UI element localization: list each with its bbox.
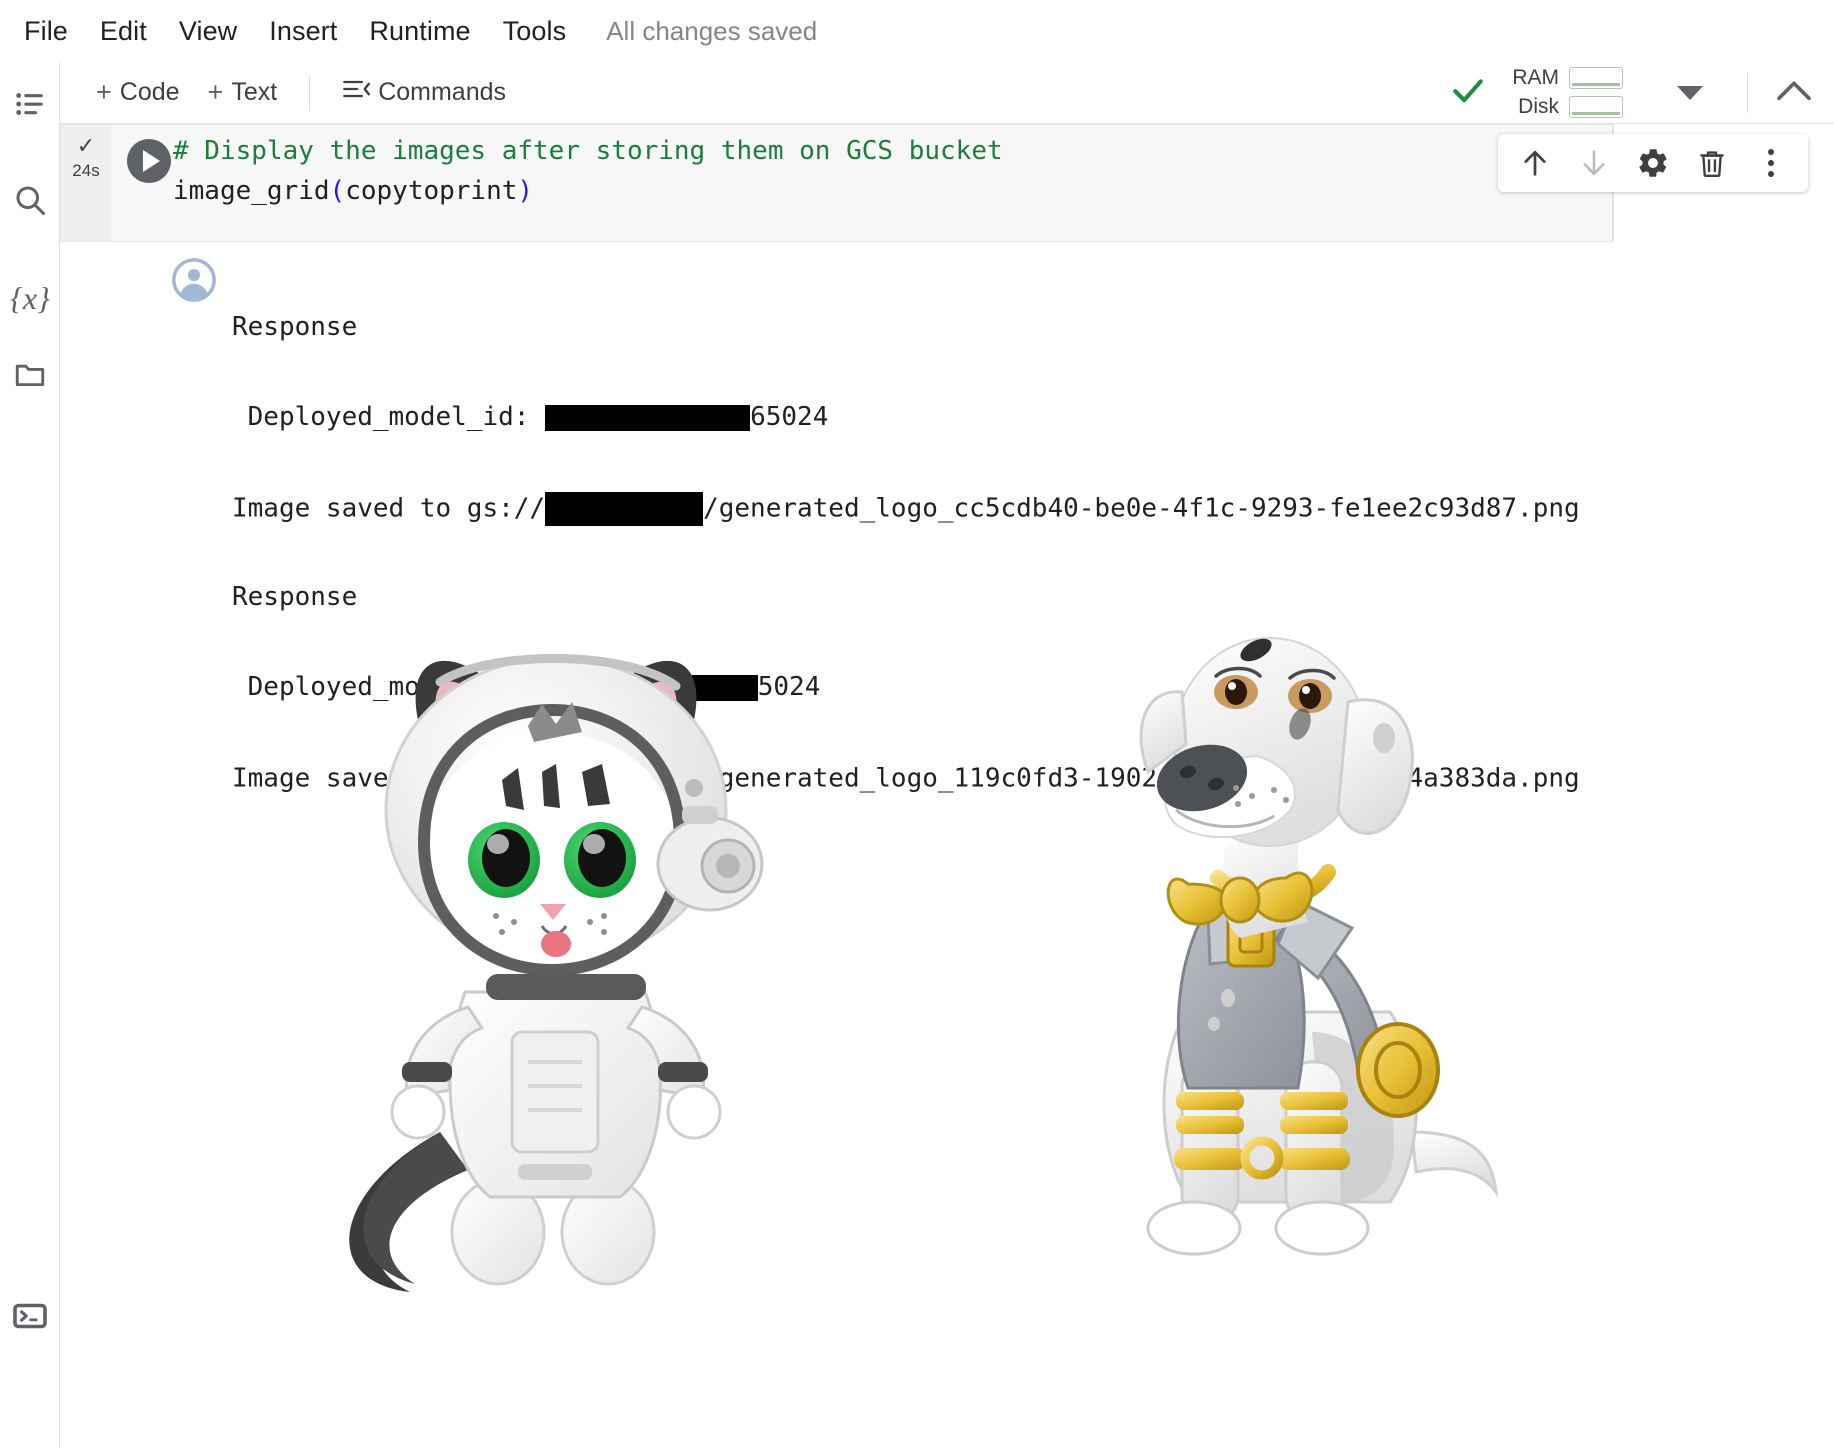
terminal-icon[interactable] (6, 1292, 54, 1340)
code-editor[interactable]: # Display the images after storing them … (173, 131, 1613, 211)
vertical-dots-icon (1767, 149, 1774, 177)
add-text-cell-button[interactable]: + Text (194, 72, 292, 113)
add-text-cell-label: Text (231, 78, 278, 106)
notebook-toolbar: + Code + Text Commands RAM Disk (60, 62, 1834, 124)
commands-button[interactable]: Commands (328, 71, 520, 114)
resource-usage-indicator[interactable]: RAM Disk (1511, 66, 1623, 119)
move-cell-down-icon[interactable] (1570, 139, 1618, 187)
code-close-paren: ) (517, 176, 534, 206)
save-status-label: All changes saved (606, 15, 818, 46)
add-code-cell-label: Code (119, 78, 180, 106)
toolbar-divider (309, 74, 311, 111)
ram-label: RAM (1512, 66, 1559, 89)
cell-gutter: ✓ 24s (61, 125, 111, 241)
cell-success-check-icon: ✓ (76, 133, 96, 158)
avatar (172, 258, 216, 302)
output-line-prefix: Image saved to gs:// (232, 493, 546, 524)
run-cell-button[interactable] (127, 139, 171, 183)
code-function-name: image_grid (173, 176, 330, 206)
code-argument: copytoprint (345, 176, 518, 206)
output-line-suffix: /generated_logo_cc5cdb40-be0e-4f1c-9293-… (703, 493, 1580, 524)
toolbar-right-group: RAM Disk (1449, 66, 1834, 119)
output-line: Deployed_model_id: 65024 (232, 402, 1580, 432)
commands-icon (342, 77, 371, 108)
golden-bowtie-dog-logo (1060, 592, 1540, 1292)
notebook-area: ✓ 24s # Display the images after storing… (60, 124, 1834, 1448)
cell-settings-gear-icon[interactable] (1629, 139, 1677, 187)
output-line-prefix: Deployed_model_id: (232, 402, 546, 432)
output-line: Response (232, 312, 1580, 342)
redacted-block (545, 492, 704, 526)
code-comment-line: # Display the images after storing them … (173, 136, 1003, 166)
files-folder-icon[interactable] (6, 350, 54, 398)
disk-label: Disk (1518, 95, 1559, 118)
cell-action-toolbar (1498, 134, 1808, 192)
variables-icon[interactable]: {x} (6, 274, 54, 322)
delete-cell-trash-icon[interactable] (1688, 139, 1736, 187)
output-line-text: Response (232, 312, 358, 342)
menu-bar: File Edit View Insert Runtime Tools All … (0, 0, 1834, 62)
plus-icon: + (96, 77, 112, 107)
variables-glyph: {x} (10, 279, 50, 316)
play-icon (143, 150, 160, 172)
add-code-cell-button[interactable]: + Code (82, 72, 194, 113)
output-image-grid (60, 592, 1834, 1292)
menu-item-insert[interactable]: Insert (253, 12, 353, 51)
chevron-up-icon[interactable] (1764, 75, 1824, 110)
plus-icon: + (207, 77, 224, 107)
move-cell-up-icon[interactable] (1511, 139, 1559, 187)
output-line-suffix: 65024 (750, 402, 829, 432)
menu-item-file[interactable]: File (8, 12, 84, 51)
ram-row: RAM (1511, 66, 1623, 90)
ram-sparkline (1569, 67, 1623, 89)
astronaut-cat-logo (290, 592, 850, 1292)
menu-item-edit[interactable]: Edit (84, 12, 163, 51)
search-icon[interactable] (6, 176, 54, 224)
disk-sparkline (1569, 96, 1623, 118)
output-line: Image saved to gs:// /generated_logo_cc5c… (232, 492, 1580, 526)
disk-row: Disk (1511, 95, 1623, 119)
toc-icon[interactable] (6, 80, 54, 128)
code-cell[interactable]: ✓ 24s # Display the images after storing… (60, 124, 1614, 242)
redacted-block (545, 404, 751, 431)
toolbar-divider (1747, 72, 1748, 113)
chevron-down-icon[interactable] (1677, 85, 1703, 100)
cell-execution-time: 24s (72, 161, 100, 180)
code-open-paren: ( (329, 176, 346, 206)
menu-item-view[interactable]: View (163, 12, 253, 51)
left-sidebar-rail: {x} (0, 62, 60, 1448)
menu-item-runtime[interactable]: Runtime (353, 12, 486, 51)
menu-item-tools[interactable]: Tools (487, 12, 583, 51)
connected-check-icon[interactable] (1449, 71, 1487, 114)
commands-label: Commands (378, 78, 507, 106)
more-cell-actions-icon[interactable] (1747, 139, 1795, 187)
